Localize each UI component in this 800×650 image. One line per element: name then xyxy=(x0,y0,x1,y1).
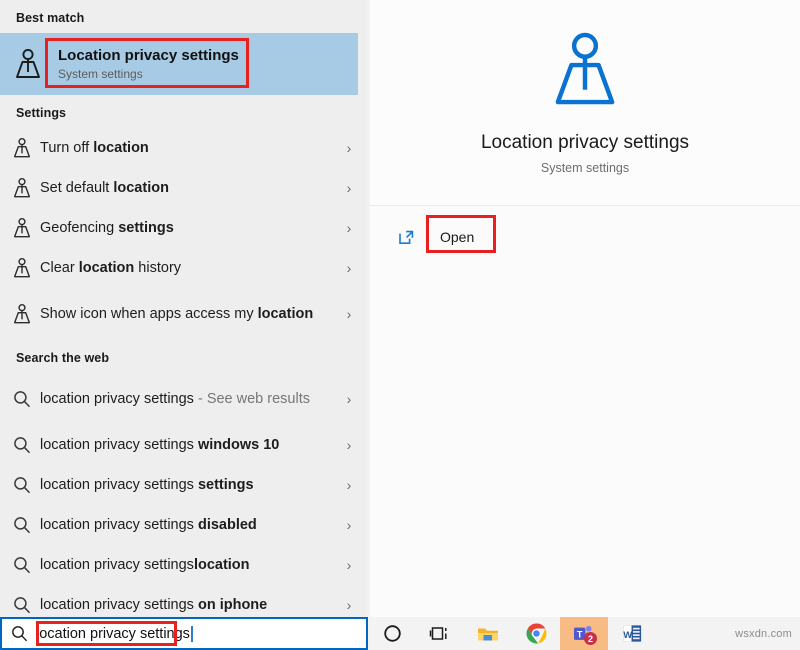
search-input[interactable]: location privacy settings xyxy=(36,624,190,644)
chevron-right-icon: › xyxy=(346,391,352,407)
settings-result-item[interactable]: Turn off location › xyxy=(0,128,366,168)
open-action[interactable]: Open xyxy=(398,215,598,253)
preview-panel: Location privacy settings System setting… xyxy=(370,0,800,617)
preview-actions: Open xyxy=(370,206,800,253)
web-result-label: location privacy settings settings xyxy=(40,476,254,493)
preview-header: Location privacy settings System setting… xyxy=(370,0,800,206)
chevron-right-icon: › xyxy=(346,477,352,493)
web-result-item[interactable]: location privacy settings disabled › xyxy=(0,505,366,545)
best-match-result[interactable]: Location privacy settings System setting… xyxy=(0,33,358,95)
preview-subtitle: System settings xyxy=(540,161,630,175)
web-result-item[interactable]: location privacy settingslocation › xyxy=(0,545,366,585)
location-pin-icon xyxy=(548,30,622,115)
best-match-title: Location privacy settings xyxy=(58,46,239,64)
best-match-subtitle: System settings xyxy=(58,66,143,81)
web-result-item[interactable]: location privacy settings windows 10 › xyxy=(0,425,366,465)
search-results-panel: Best match Location privacy settings Sys… xyxy=(0,0,366,617)
chevron-right-icon: › xyxy=(346,597,352,613)
chevron-right-icon: › xyxy=(346,557,352,573)
web-result-label: location privacy settingslocation xyxy=(40,556,250,573)
svg-text:W: W xyxy=(623,630,632,641)
search-icon xyxy=(0,516,40,534)
settings-result-label: Show icon when apps access my location xyxy=(40,305,314,322)
best-match-header: Best match xyxy=(16,11,85,25)
settings-results-list: Turn off location › Set default location › G… xyxy=(0,128,366,340)
location-pin-icon xyxy=(0,303,40,325)
file-explorer-icon[interactable] xyxy=(464,617,512,650)
location-pin-icon xyxy=(0,137,40,159)
web-result-label: location privacy settings windows 10 xyxy=(40,436,280,453)
web-result-item[interactable]: location privacy settings settings › xyxy=(0,465,366,505)
chevron-right-icon: › xyxy=(346,180,352,196)
best-match-text: Location privacy settings System setting… xyxy=(56,46,239,83)
chevron-right-icon: › xyxy=(346,140,352,156)
web-section-header: Search the web xyxy=(16,351,110,365)
search-icon xyxy=(2,625,36,642)
settings-result-item[interactable]: Geofencing settings › xyxy=(0,208,366,248)
location-pin-icon xyxy=(0,48,56,80)
settings-result-label: Clear location history xyxy=(40,259,182,276)
cortana-icon[interactable] xyxy=(368,617,416,650)
web-result-label: location privacy settings - See web resu… xyxy=(40,390,310,407)
taskbar: T 2 W wsxdn.com xyxy=(368,617,800,650)
task-view-icon[interactable] xyxy=(416,617,464,650)
search-icon xyxy=(0,436,40,454)
settings-section-header: Settings xyxy=(16,106,67,120)
teams-notification-badge: 2 xyxy=(584,632,597,645)
svg-text:T: T xyxy=(577,629,583,639)
settings-result-label: Turn off location xyxy=(40,139,149,156)
windows-search-overlay: Best match Location privacy settings Sys… xyxy=(0,0,800,650)
preview-title: Location privacy settings xyxy=(480,132,690,153)
web-result-item[interactable]: location privacy settings - See web resu… xyxy=(0,373,366,425)
web-result-label: location privacy settings disabled xyxy=(40,516,257,533)
web-result-item[interactable]: location privacy settings on iphone › xyxy=(0,585,366,617)
web-results-list: location privacy settings - See web resu… xyxy=(0,373,366,617)
word-icon[interactable]: W xyxy=(608,617,656,650)
location-pin-icon xyxy=(0,257,40,279)
settings-result-item[interactable]: Show icon when apps access my location › xyxy=(0,288,366,340)
location-pin-icon xyxy=(0,177,40,199)
settings-result-item[interactable]: Set default location › xyxy=(0,168,366,208)
open-action-label: Open xyxy=(440,229,475,245)
chevron-right-icon: › xyxy=(346,517,352,533)
settings-result-label: Set default location xyxy=(40,179,169,196)
teams-icon[interactable]: T 2 xyxy=(560,617,608,650)
settings-result-label: Geofencing settings xyxy=(40,219,174,236)
settings-result-item[interactable]: Clear location history › xyxy=(0,248,366,288)
text-caret xyxy=(190,625,193,642)
watermark: wsxdn.com xyxy=(735,627,792,640)
search-input-wrap[interactable]: location privacy settings xyxy=(36,619,366,648)
search-icon xyxy=(0,390,40,408)
chevron-right-icon: › xyxy=(346,260,352,276)
chevron-right-icon: › xyxy=(346,437,352,453)
web-result-label: location privacy settings on iphone xyxy=(40,596,268,613)
search-icon xyxy=(0,476,40,494)
chrome-icon[interactable] xyxy=(512,617,560,650)
search-icon xyxy=(0,556,40,574)
external-link-icon xyxy=(398,229,428,246)
location-pin-icon xyxy=(0,217,40,239)
search-box[interactable]: location privacy settings xyxy=(0,617,368,650)
search-icon xyxy=(0,596,40,614)
chevron-right-icon: › xyxy=(346,306,352,322)
chevron-right-icon: › xyxy=(346,220,352,236)
